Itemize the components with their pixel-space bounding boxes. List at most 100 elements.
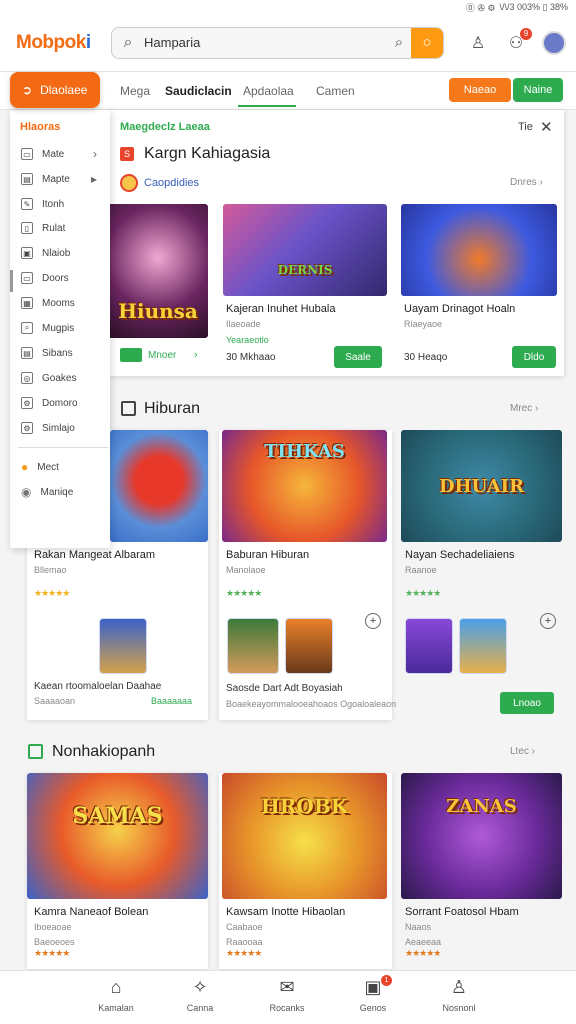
featured-subtitle[interactable]: Caopdidies xyxy=(144,177,199,189)
sidebar-item-label: Itonh xyxy=(42,198,65,210)
section-two-card-3: ZANAS Sorrant Foatosol Hbam Naaos Aeaeea… xyxy=(399,773,564,969)
game-art-zanas[interactable]: ZANAS xyxy=(401,773,562,899)
game-art-hrobk[interactable]: HROBK xyxy=(222,773,387,899)
orange-action-button[interactable]: Naeao xyxy=(449,78,511,102)
nav-item-rocanks[interactable]: ✉ Rocanks xyxy=(247,977,327,1013)
sidebar-item-mooms[interactable]: ▦ Mooms xyxy=(21,293,107,313)
tab-camen[interactable]: Camen xyxy=(316,84,355,98)
game-1-button-text[interactable]: Mnoer xyxy=(148,350,176,361)
game-art-dernis[interactable]: DERNIS xyxy=(223,204,387,296)
add-icon[interactable]: + xyxy=(365,613,381,629)
game-art-fox[interactable] xyxy=(401,204,557,296)
notification-icon[interactable]: ⚇ 9 xyxy=(504,27,532,55)
featured-card: Maegdeclz Laeaa Tie ✕ S Kargn Kahiagasia… xyxy=(108,110,564,376)
hiburan-game-2-meta: Boaekeayommalooeahoaos Ogoaloaleaon xyxy=(226,699,397,709)
avatar[interactable] xyxy=(542,30,566,55)
search-bar: ⌕ ⌕ ○ xyxy=(111,26,444,59)
sidebar-item-simlajo[interactable]: ⚙ Simlajo xyxy=(21,418,107,438)
game-art-text: DHUAIR xyxy=(438,475,525,497)
game-2-name[interactable]: Kajeran Inuhet Hubala xyxy=(226,303,335,315)
tab-saudiclacin[interactable]: Saudiclacin xyxy=(165,84,232,98)
section-two-more-link[interactable]: Ltec › xyxy=(510,746,535,757)
search-button[interactable]: ○ xyxy=(411,27,443,58)
section-two-game-1-tag: Baeoeoes xyxy=(34,937,75,947)
sidebar-item-nlaiob[interactable]: ▣ Nlaiob xyxy=(21,243,107,263)
game-thumbnail[interactable] xyxy=(99,618,147,674)
featured-top-right: Tie xyxy=(518,121,533,133)
hiburan-game-1-developer: Bllemao xyxy=(34,565,67,575)
sidebar-item-itonh[interactable]: ✎ Itonh xyxy=(21,194,107,214)
game-art-bear[interactable] xyxy=(110,430,208,542)
section-two-game-1-name[interactable]: Kamra Naneaof Bolean xyxy=(34,906,148,918)
game-thumbnail[interactable] xyxy=(459,618,507,674)
section-two-game-2-tag: Raaooaa xyxy=(226,937,263,947)
search-input[interactable] xyxy=(144,35,387,50)
game-3-developer: Riaeyaoe xyxy=(404,319,443,329)
rating-stars: ★★★★★ xyxy=(405,588,441,598)
game-2-developer: Ilaeoade xyxy=(226,319,261,329)
featured-more-link[interactable]: Dnres › xyxy=(510,177,543,188)
game-thumbnail[interactable] xyxy=(405,618,453,674)
sidebar-item-mugpis[interactable]: ⌕ Mugpis xyxy=(21,318,107,338)
sidebar-item-domoro[interactable]: ⚙ Domoro xyxy=(21,393,107,413)
game-thumbnail[interactable] xyxy=(227,618,279,674)
nav-item-kamalan[interactable]: ⌂ Kamalan xyxy=(76,977,156,1013)
game-art-text: Hiunsa xyxy=(118,299,198,323)
grid-icon xyxy=(28,744,43,759)
sidebar-item-goakes[interactable]: ◎ Goakes xyxy=(21,368,107,388)
nav-item-canna[interactable]: ✧ Canna xyxy=(160,977,240,1013)
sidebar-item-mate[interactable]: ▭ Mate › xyxy=(21,144,107,164)
add-icon[interactable]: + xyxy=(540,613,556,629)
game-2-get-button[interactable]: Saale xyxy=(334,346,382,368)
game-3-name[interactable]: Uayam Drinagot Hoaln xyxy=(404,303,515,315)
hiburan-game-1-status: Baaaaaaa xyxy=(151,696,193,706)
sidebar-item-label: Nlaiob xyxy=(42,247,71,259)
sidebar-item-mapte[interactable]: ▤ Mapte ▸ xyxy=(21,169,107,189)
hiburan-game-3-get-button[interactable]: Lnoao xyxy=(500,692,554,714)
sidebar-item-label: Mate xyxy=(42,148,65,160)
account-icon[interactable]: ♙ xyxy=(466,31,490,55)
green-action-button[interactable]: Naine xyxy=(513,78,563,102)
sidebar-item-label: Mugpis xyxy=(42,322,75,334)
tab-apdaolaa[interactable]: Apdaolaa xyxy=(243,84,294,98)
game-art-dhuair[interactable]: DHUAIR xyxy=(401,430,562,542)
game-thumbnail[interactable] xyxy=(285,618,333,674)
sidebar-item-doors[interactable]: ▭ Doors xyxy=(21,268,107,288)
section-hiburan-more-link[interactable]: Mrec › xyxy=(510,403,538,414)
sidebar-divider xyxy=(18,447,108,448)
close-icon[interactable]: ✕ xyxy=(540,118,553,136)
sidebar-item-maniqe[interactable]: ◉ Maniqe xyxy=(21,482,107,502)
rating-stars: ★★★★★ xyxy=(34,588,70,598)
nav-item-genos[interactable]: ▣ 1 Genos xyxy=(333,975,413,1013)
ticket-icon: ✉ xyxy=(279,977,295,997)
nav-item-nosnonl[interactable]: ♙ Nosnonl xyxy=(419,977,499,1013)
rating-stars: ★★★★★ xyxy=(226,948,262,958)
sidebar-item-mect[interactable]: ● Mect xyxy=(21,457,107,477)
home-icon: ⌂ xyxy=(110,977,122,997)
sidebar-item-sibans[interactable]: ▤ Sibans xyxy=(21,343,107,363)
app-logo[interactable]: Mobpoki xyxy=(16,32,108,54)
gear-icon: ⚙ xyxy=(21,422,33,434)
sidebar-item-rulat[interactable]: ▯ Rulat xyxy=(21,218,107,238)
hiburan-game-1-name[interactable]: Rakan Mangeat Albaram xyxy=(34,549,155,561)
game-art-tihkas[interactable]: TIHKAS xyxy=(222,430,387,542)
card-icon: ▭ xyxy=(21,148,33,160)
section-two-game-3-name[interactable]: Sorrant Foatosol Hbam xyxy=(405,906,519,918)
section-more-label: Mrec xyxy=(510,403,533,414)
tab-mega[interactable]: Mega xyxy=(120,84,150,98)
sidebar-toggle-button[interactable]: ➲ Dlaolaee xyxy=(10,72,100,108)
section-two-game-1-developer: Iboeaoae xyxy=(34,922,72,932)
nav-label: Rocanks xyxy=(269,1003,305,1013)
chevron-right-icon[interactable]: › xyxy=(194,349,198,361)
featured-more-label: Dnres xyxy=(510,177,537,188)
game-2-tag: Yearaeotlo xyxy=(226,335,269,345)
section-more-label: Ltec xyxy=(510,746,529,757)
hiburan-game-2-detail: Saosde Dart Adt Boyasiah xyxy=(226,683,343,694)
game-3-get-button[interactable]: Dldo xyxy=(512,346,556,368)
hiburan-game-3-name[interactable]: Nayan Sechadeliaiens xyxy=(405,549,514,561)
search-icon-secondary[interactable]: ⌕ xyxy=(387,34,411,51)
game-art-hiunsa[interactable]: Hiunsa xyxy=(108,204,208,338)
section-two-game-2-name[interactable]: Kawsam Inotte Hibaolan xyxy=(226,906,345,918)
hiburan-game-2-name[interactable]: Baburan Hiburan xyxy=(226,549,309,561)
game-art-samas[interactable]: SAMAS xyxy=(27,773,208,899)
